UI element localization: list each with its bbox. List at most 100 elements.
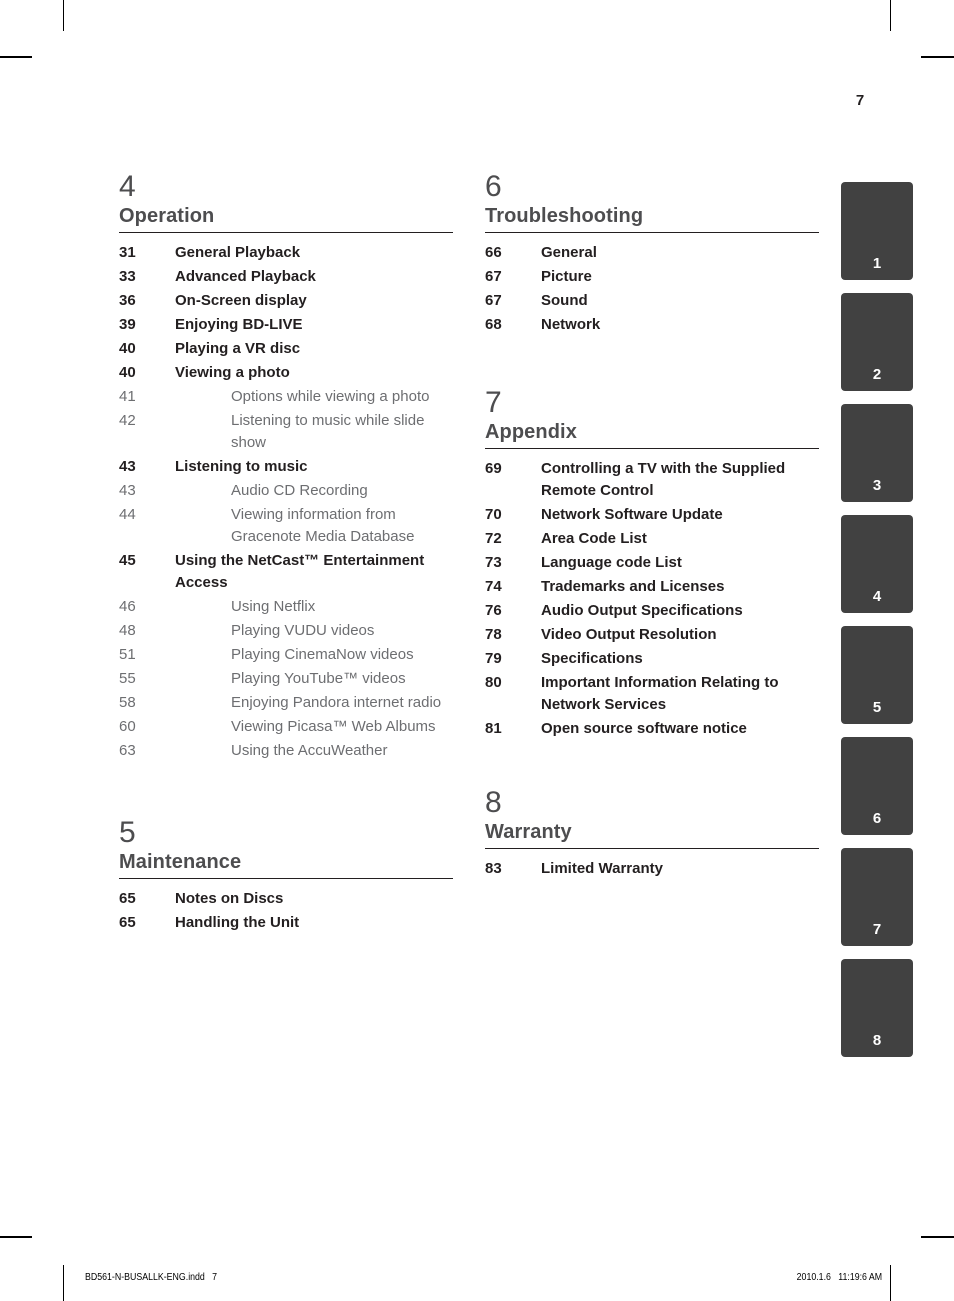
toc-entry[interactable]: 58 Enjoying Pandora internet radio — [119, 692, 453, 714]
toc-entry[interactable]: 36 On-Screen display — [119, 290, 453, 312]
toc-entry[interactable]: 46 Using Netflix — [119, 596, 453, 618]
section-title: Troubleshooting — [485, 205, 644, 227]
toc-entry-label: Playing VUDU videos — [231, 622, 375, 639]
toc-entry[interactable]: 79 Specifications — [485, 648, 819, 670]
toc-entry[interactable]: 31 General Playback — [119, 242, 453, 264]
toc-entry[interactable]: 78 Video Output Resolution — [485, 624, 819, 646]
toc-entry[interactable]: 42 Listening to music while slide show — [119, 410, 453, 454]
toc-entry[interactable]: 65 Handling the Unit — [119, 912, 453, 934]
section-divider — [119, 232, 453, 233]
toc-entry-label: Options while viewing a photo — [231, 388, 430, 405]
toc-entry[interactable]: 70 Network Software Update — [485, 504, 819, 526]
toc-entry-label: Picture — [541, 268, 592, 285]
toc-entry-label: General Playback — [175, 244, 301, 261]
toc-entry-page-number: 36 — [119, 292, 136, 309]
side-tab-8[interactable]: 8 — [841, 959, 913, 1057]
toc-entry-page-number: 43 — [119, 482, 136, 499]
toc-entry-page-number: 81 — [485, 720, 502, 737]
side-tab-4[interactable]: 4 — [841, 515, 913, 613]
toc-entry[interactable]: 51 Playing CinemaNow videos — [119, 644, 453, 666]
toc-entry[interactable]: 67 Picture — [485, 266, 819, 288]
toc-entry-page-number: 45 — [119, 552, 136, 569]
side-tab-6[interactable]: 6 — [841, 737, 913, 835]
toc-entry-page-number: 46 — [119, 598, 136, 615]
toc-section-appendix: 7 Appendix 69 Controlling a TV with the Sup… — [485, 386, 819, 740]
toc-entry-page-number: 72 — [485, 530, 502, 547]
section-divider — [485, 848, 819, 849]
toc-entry-page-number: 43 — [119, 458, 136, 475]
toc-entry[interactable]: 40 Viewing a photo — [119, 362, 453, 384]
section-number: 6 — [485, 170, 502, 203]
toc-entry-label: Playing a VR disc — [175, 340, 301, 357]
toc-entry-page-number: 48 — [119, 622, 136, 639]
footer-timestamp: 2010.1.6 11:19:6 AM — [796, 1272, 882, 1283]
toc-entry[interactable]: 67 Sound — [485, 290, 819, 312]
toc-entry[interactable]: 43 Listening to music — [119, 456, 453, 478]
crop-mark-top-left-horizontal — [0, 56, 32, 58]
toc-entry[interactable]: 60 Viewing Picasa™ Web Albums — [119, 716, 453, 738]
toc-entry[interactable]: 65 Notes on Discs — [119, 888, 453, 910]
toc-entry-label: Controlling a TV with the Supplied Remot… — [541, 460, 786, 499]
toc-entry-label: Sound — [541, 292, 588, 309]
toc-entry-label: Area Code List — [541, 530, 647, 547]
side-tab-1[interactable]: 1 — [841, 182, 913, 280]
side-tab-label: 8 — [872, 1032, 882, 1049]
toc-entry-page-number: 73 — [485, 554, 502, 571]
toc-entry[interactable]: 73 Language code List — [485, 552, 819, 574]
toc-entry-page-number: 80 — [485, 674, 502, 691]
toc-entry[interactable]: 72 Area Code List — [485, 528, 819, 550]
toc-entry[interactable]: 66 General — [485, 242, 819, 264]
toc-section-maintenance: 5 Maintenance 65 Notes on Discs 65 Handling t… — [119, 816, 453, 934]
toc-entry-page-number: 74 — [485, 578, 502, 595]
toc-entry[interactable]: 76 Audio Output Specifications — [485, 600, 819, 622]
toc-entry-page-number: 69 — [485, 460, 502, 477]
toc-entry-page-number: 65 — [119, 890, 136, 907]
toc-entry[interactable]: 33 Advanced Playback — [119, 266, 453, 288]
side-tab-label: 7 — [872, 921, 882, 938]
toc-entry-label: Advanced Playback — [175, 268, 316, 285]
toc-entry[interactable]: 83 Limited Warranty — [485, 858, 819, 880]
toc-entry[interactable]: 44 Viewing information from Gracenote Med… — [119, 504, 453, 548]
section-number: 8 — [485, 786, 502, 819]
side-tab-strip: 1 2 3 4 5 6 7 8 — [841, 182, 913, 1070]
toc-entry[interactable]: 40 Playing a VR disc — [119, 338, 453, 360]
toc-entry[interactable]: 39 Enjoying BD-LIVE — [119, 314, 453, 336]
toc-entry-label: Audio Output Specifications — [541, 602, 743, 619]
side-tab-label: 2 — [872, 366, 882, 383]
toc-entry[interactable]: 48 Playing VUDU videos — [119, 620, 453, 642]
toc-entry-page-number: 33 — [119, 268, 136, 285]
toc-entry-label: Enjoying BD-LIVE — [175, 316, 303, 333]
toc-entry-page-number: 70 — [485, 506, 502, 523]
toc-entry-page-number: 60 — [119, 718, 136, 735]
toc-entry-label: Network — [541, 316, 601, 333]
toc-entry[interactable]: 55 Playing YouTube™ videos — [119, 668, 453, 690]
toc-entry-label: Notes on Discs — [175, 890, 284, 907]
side-tab-5[interactable]: 5 — [841, 626, 913, 724]
toc-entry-page-number: 31 — [119, 244, 136, 261]
side-tab-3[interactable]: 3 — [841, 404, 913, 502]
toc-entry[interactable]: 81 Open source software notice — [485, 718, 819, 740]
crop-mark-bottom-left-vertical — [63, 1265, 64, 1301]
section-divider — [485, 448, 819, 449]
toc-entry[interactable]: 45 Using the NetCast™ Entertainment Acces… — [119, 550, 453, 594]
toc-entry[interactable]: 41 Options while viewing a photo — [119, 386, 453, 408]
toc-entry[interactable]: 80 Important Information Relating to Netw… — [485, 672, 819, 716]
toc-entry[interactable]: 63 Using the AccuWeather — [119, 740, 453, 762]
toc-entry[interactable]: 43 Audio CD Recording — [119, 480, 453, 502]
crop-mark-top-left-vertical — [63, 0, 64, 31]
page-number: 7 — [855, 92, 865, 109]
toc-entry-page-number: 63 — [119, 742, 136, 759]
toc-entry[interactable]: 74 Trademarks and Licenses — [485, 576, 819, 598]
toc-entry-label: Playing CinemaNow videos — [231, 646, 414, 663]
side-tab-label: 4 — [872, 588, 882, 605]
toc-entry-label: Audio CD Recording — [231, 482, 368, 499]
crop-mark-top-right-vertical — [890, 0, 891, 31]
side-tab-2[interactable]: 2 — [841, 293, 913, 391]
toc-entry[interactable]: 69 Controlling a TV with the Supplied Rem… — [485, 458, 819, 502]
side-tab-7[interactable]: 7 — [841, 848, 913, 946]
toc-entry-page-number: 40 — [119, 364, 136, 381]
toc-entry-label: Important Information Relating to Networ… — [541, 674, 779, 713]
toc-entry[interactable]: 68 Network — [485, 314, 819, 336]
toc-entry-page-number: 67 — [485, 268, 502, 285]
